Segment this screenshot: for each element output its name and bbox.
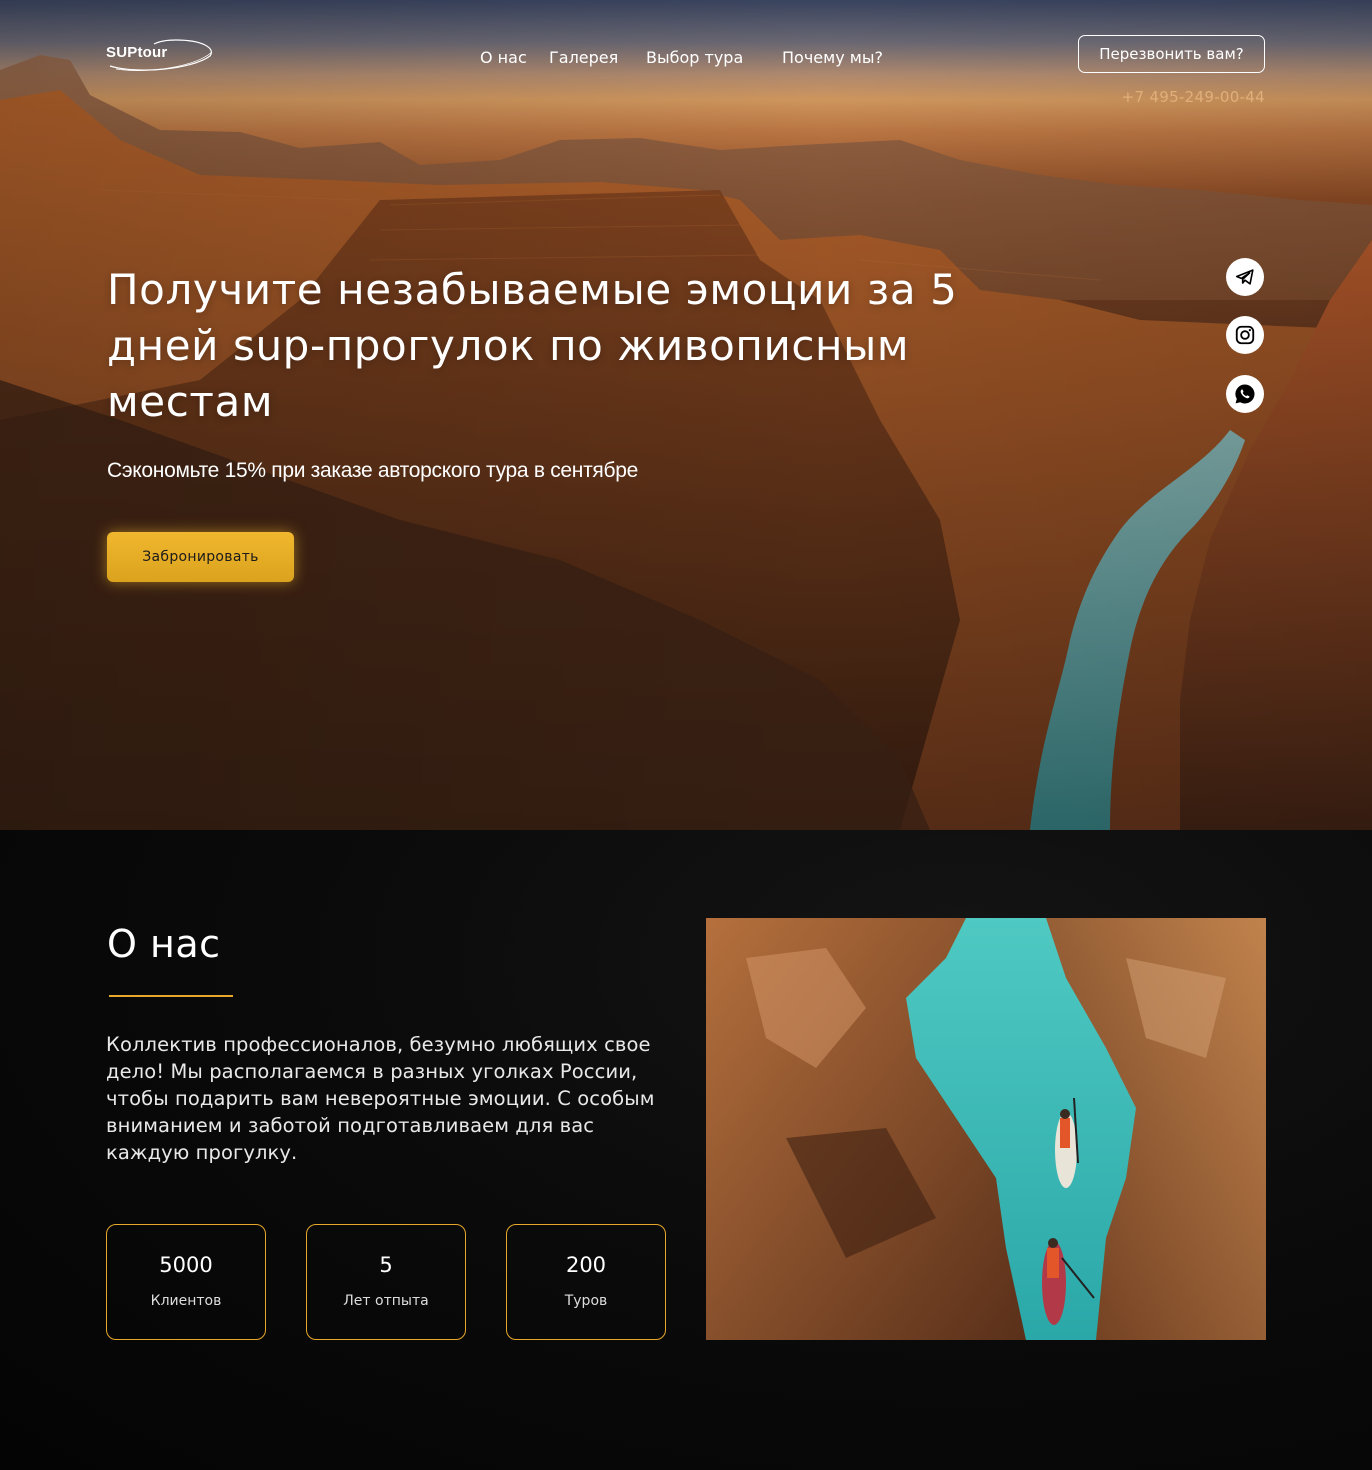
hero-section: SUPtour О нас Галерея Выбор тура Почему … — [0, 0, 1372, 830]
hero-title: Получите незабываемые эмоции за 5 дней s… — [107, 265, 958, 426]
instagram-link[interactable] — [1226, 316, 1264, 354]
stat-label: Клиентов — [150, 1293, 222, 1309]
nav-item-gallery[interactable]: Галерея — [549, 48, 618, 67]
telegram-icon — [1235, 269, 1254, 285]
instagram-icon — [1235, 325, 1255, 345]
stat-card-years: 5 Лет отпыта — [306, 1224, 466, 1340]
nav-item-about[interactable]: О нас — [480, 48, 527, 67]
callback-button[interactable]: Перезвонить вам? — [1078, 35, 1265, 73]
sup-canyon-photo — [706, 918, 1266, 1340]
about-title-underline — [109, 995, 233, 997]
nav-item-why-us[interactable]: Почему мы? — [782, 48, 883, 67]
hero-subtitle: Сэкономьте 15% при заказе авторского тур… — [107, 459, 638, 482]
stat-label: Лет отпыта — [343, 1293, 429, 1309]
stat-label: Туров — [564, 1293, 608, 1309]
about-description: Коллектив профессионалов, безумно любящи… — [106, 1033, 655, 1164]
stat-value: 200 — [565, 1253, 607, 1277]
stat-value: 5000 — [159, 1253, 213, 1277]
about-section: О нас Коллектив профессионалов, безумно … — [0, 830, 1372, 1470]
logo[interactable]: SUPtour — [106, 36, 216, 76]
whatsapp-icon — [1235, 384, 1255, 404]
book-button[interactable]: Забронировать — [107, 532, 294, 582]
stat-card-tours: 200 Туров — [506, 1224, 666, 1340]
telegram-link[interactable] — [1226, 258, 1264, 296]
nav-item-tour-choice[interactable]: Выбор тура — [646, 48, 743, 67]
phone-number[interactable]: +7 495-249-00-44 — [1122, 88, 1265, 106]
stat-value: 5 — [379, 1253, 393, 1277]
whatsapp-link[interactable] — [1226, 375, 1264, 413]
about-title: О нас — [107, 922, 221, 966]
stat-card-clients: 5000 Клиентов — [106, 1224, 266, 1340]
logo-text: SUPtour — [106, 44, 168, 61]
